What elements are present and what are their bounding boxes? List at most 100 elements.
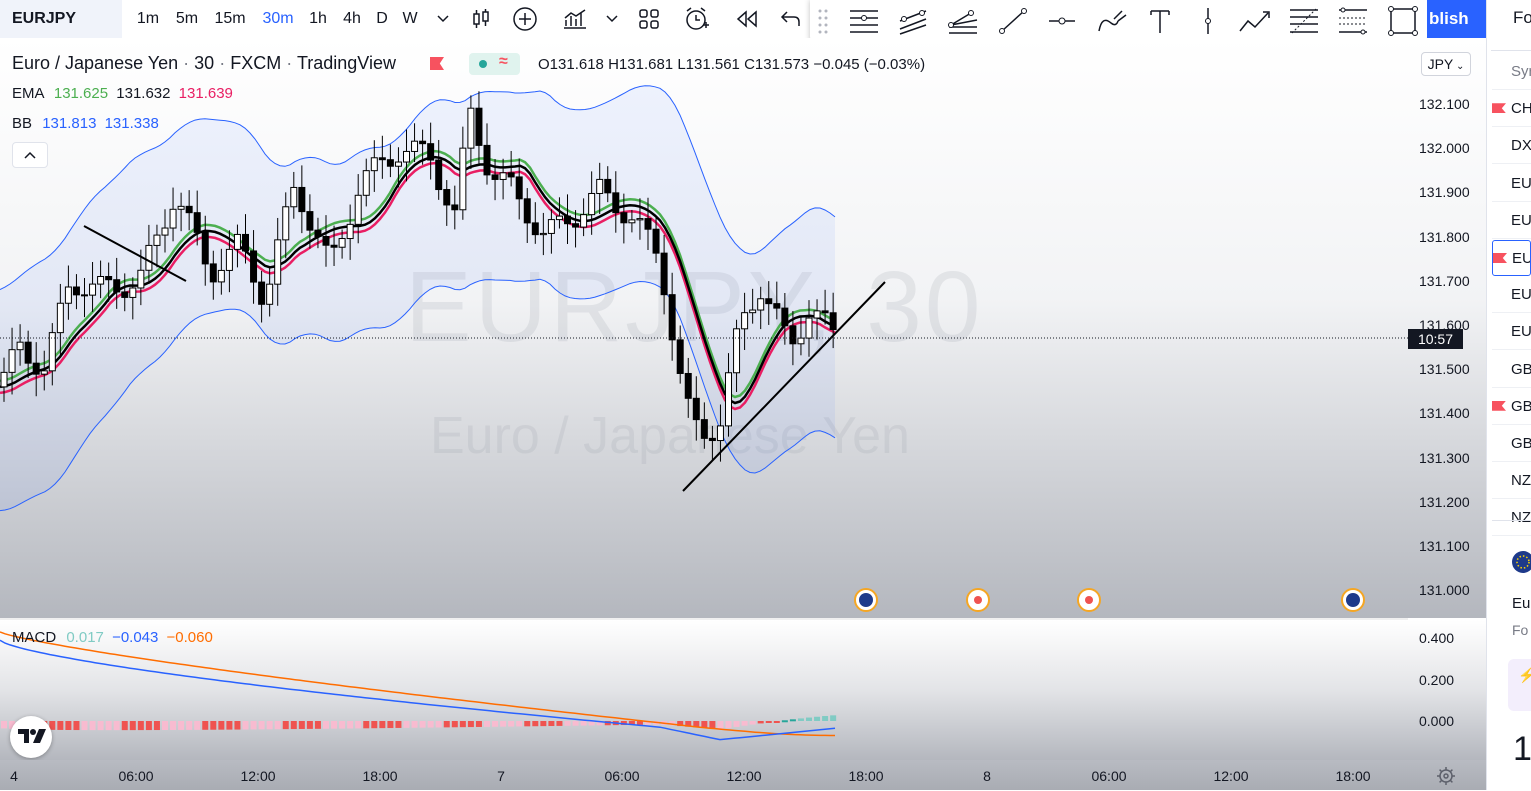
watchlist-symbol: NZ	[1511, 509, 1531, 527]
text-icon[interactable]	[1143, 4, 1177, 38]
price-chart-canvas[interactable]	[0, 38, 1408, 618]
macd-histogram-bar	[274, 721, 281, 730]
promo-card[interactable]: ⚡	[1508, 659, 1531, 711]
add-indicator-icon[interactable]	[510, 4, 540, 34]
candle-body	[161, 227, 169, 236]
chevron-down-icon[interactable]	[428, 4, 458, 34]
collapse-legend-button[interactable]	[12, 142, 48, 168]
watchlist-item[interactable]: EU	[1492, 277, 1531, 314]
alert-icon[interactable]	[682, 4, 712, 34]
watchlist-item[interactable]: GB	[1492, 389, 1531, 425]
indicators-dropdown-icon[interactable]	[597, 4, 627, 34]
candle-body	[668, 294, 676, 341]
watchlist-item[interactable]: GB	[1492, 426, 1531, 462]
candle-body	[660, 252, 668, 296]
candle-body	[137, 269, 145, 289]
ema-label: EMA	[12, 85, 44, 102]
watchlist-item[interactable]: EU	[1492, 240, 1531, 276]
flag-icon[interactable]	[1492, 400, 1506, 411]
vertical-line-icon[interactable]	[1191, 4, 1225, 38]
watchlist-item[interactable]: DX	[1492, 128, 1531, 165]
timeframe-D[interactable]: D	[372, 0, 392, 38]
watchlist-item[interactable]: EU	[1492, 203, 1531, 239]
watchlist-item[interactable]: CH	[1492, 91, 1531, 128]
replay-icon[interactable]	[732, 4, 762, 34]
candle-body	[105, 276, 113, 281]
interval-label: 30	[194, 53, 215, 73]
timeframe-1h[interactable]: 1h	[304, 0, 332, 38]
watchlist-item[interactable]: GB	[1492, 352, 1531, 388]
market-status-badge[interactable]: ≈	[469, 53, 520, 75]
currency-selector[interactable]: JPY ⌄	[1421, 52, 1471, 76]
watchlist-item[interactable]: NZ	[1492, 463, 1531, 500]
macd-histogram-bar	[178, 721, 185, 730]
flag-icon[interactable]	[1493, 253, 1507, 263]
settings-icon[interactable]	[1436, 766, 1456, 786]
candle-body	[652, 228, 660, 254]
watchlist-item[interactable]: Syr	[1492, 54, 1531, 90]
timeframe-W[interactable]: W	[398, 0, 422, 38]
macd-histogram-bar	[500, 721, 507, 727]
candle-body	[201, 231, 209, 265]
pitchfork-icon[interactable]	[946, 4, 980, 38]
flag-icon[interactable]	[1492, 103, 1506, 114]
candle-body	[644, 218, 652, 230]
price-pane[interactable]: EURJPY, 30 Euro / Japanese Yen	[0, 38, 1408, 618]
macd-histogram-bar	[548, 721, 555, 727]
undo-icon[interactable]	[776, 4, 806, 34]
macd-histogram-bar	[484, 721, 490, 727]
timeframe-5m[interactable]: 5m	[172, 0, 202, 38]
watchlist-item[interactable]: NZ	[1492, 500, 1531, 537]
date-range-icon[interactable]	[1336, 4, 1370, 38]
macd-histogram-bar	[524, 721, 531, 727]
candle-body	[40, 370, 48, 375]
candle-body	[620, 212, 628, 224]
trend-line-icon[interactable]	[996, 4, 1030, 38]
macd-label: MACD	[12, 629, 57, 646]
price-tick-label: 131.000	[1419, 582, 1470, 599]
brush-icon[interactable]	[1095, 4, 1129, 38]
drag-handle-icon[interactable]	[818, 8, 828, 34]
macd-histogram-bar	[347, 721, 354, 729]
macd-histogram-bar	[105, 721, 112, 731]
path-icon[interactable]	[1238, 4, 1272, 38]
layout-icon[interactable]	[634, 4, 664, 34]
bb-legend[interactable]: BB 131.813 131.338	[12, 115, 159, 132]
flag-icon[interactable]	[430, 57, 444, 70]
macd-legend[interactable]: MACD 0.017 −0.043 −0.060	[12, 629, 213, 646]
macd-histogram-bar	[258, 721, 265, 730]
fib-icon[interactable]	[1287, 4, 1321, 38]
macd-histogram-bar	[129, 721, 136, 731]
macd-histogram-bar	[564, 721, 571, 726]
watchlist-item[interactable]: EU	[1492, 314, 1531, 351]
macd-histogram-bar	[749, 721, 756, 725]
candle-body	[209, 263, 217, 283]
candle-body	[580, 214, 588, 228]
price-tick-label: 131.400	[1419, 405, 1470, 422]
timeframe-4h[interactable]: 4h	[338, 0, 366, 38]
macd-histogram-bar	[403, 721, 410, 728]
candle-body	[604, 178, 612, 194]
timeframe-15m[interactable]: 15m	[211, 0, 249, 38]
horizontal-lines-icon[interactable]	[847, 4, 881, 38]
low-label: L	[677, 56, 686, 73]
ema-legend[interactable]: EMA 131.625 131.632 131.639	[12, 85, 233, 102]
macd-histogram-bar	[508, 721, 515, 727]
timeframe-1m[interactable]: 1m	[133, 0, 163, 38]
candle-body	[692, 397, 700, 421]
macd-histogram-bar	[210, 721, 217, 730]
watchlist-item[interactable]: EU	[1492, 166, 1531, 202]
candle-body	[185, 205, 193, 214]
bar-style-icon[interactable]	[466, 4, 496, 34]
indicators-icon[interactable]	[560, 4, 590, 34]
tradingview-logo-icon[interactable]	[10, 716, 52, 758]
candle-body	[274, 239, 282, 285]
macd-histogram-bar	[331, 721, 338, 729]
publish-button[interactable]: blish	[1427, 0, 1487, 38]
parallel-channel-icon[interactable]	[897, 4, 931, 38]
timeframe-30m[interactable]: 30m	[260, 0, 296, 38]
horizontal-ray-icon[interactable]	[1045, 4, 1079, 38]
time-tick-label: 18:00	[1335, 768, 1371, 784]
rectangle-icon[interactable]	[1386, 4, 1420, 38]
symbol-search[interactable]: EURJPY	[0, 0, 122, 38]
